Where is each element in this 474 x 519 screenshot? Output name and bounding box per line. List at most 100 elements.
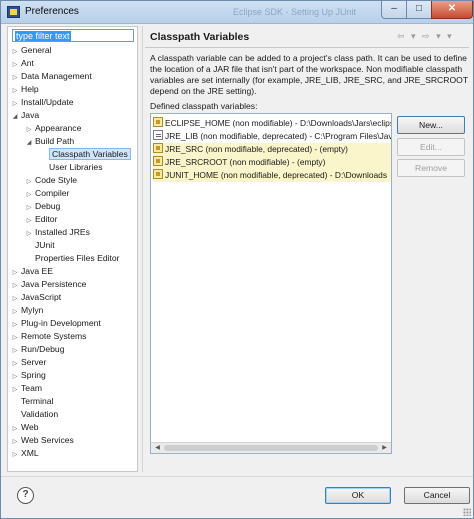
tree-item-label: Help <box>21 84 39 94</box>
tree-item[interactable]: ◢ Build Path <box>25 135 75 150</box>
tree-item-label: Ant <box>21 58 34 68</box>
variable-text: JRE_SRC (non modifiable, deprecated) - (… <box>165 144 348 154</box>
expand-toggle-icon[interactable]: ◢ <box>25 137 33 150</box>
tree-item-label: Properties Files Editor <box>35 253 120 263</box>
variable-text: JRE_LIB (non modifiable, deprecated) - C… <box>165 131 391 141</box>
tree-item[interactable]: ▷ Data Management <box>11 70 92 83</box>
tree-item-label: Run/Debug <box>21 344 65 354</box>
edit-button[interactable]: Edit... <box>397 138 465 156</box>
doc-icon <box>153 130 163 140</box>
expand-toggle-icon[interactable]: ▷ <box>11 449 19 462</box>
footer-divider <box>1 476 473 477</box>
tree-item[interactable]: User Libraries <box>39 161 103 174</box>
filter-input[interactable]: type filter text <box>12 29 134 42</box>
resize-grip[interactable] <box>463 508 471 516</box>
tree-item[interactable]: ▷ Remote Systems <box>11 330 87 343</box>
tree-item-label: Java <box>21 110 40 120</box>
tree-item[interactable]: ▷ Debug <box>25 200 61 213</box>
tree-item[interactable]: ▷ Run/Debug <box>11 343 65 356</box>
preference-navigation-panel: type filter text ▷ General ▷ Ant ▷ Data Manag… <box>7 26 138 472</box>
tree-item-label: Remote Systems <box>21 331 87 341</box>
tree-item-label: Data Management <box>21 71 92 81</box>
ok-button[interactable]: OK <box>325 487 391 504</box>
classpath-variables-list[interactable]: ◀ ▶ ECLIPSE_HOME (non modifiable) - D:\D… <box>150 113 392 454</box>
tree-item[interactable]: ▷ Java EE <box>11 265 53 278</box>
tree-item[interactable]: ▷ Plug-in Development <box>11 317 101 330</box>
tree-item[interactable]: ▷ Appearance <box>25 122 82 135</box>
tree-item[interactable]: ▷ Compiler <box>25 187 70 200</box>
tree-item-label: Classpath Variables <box>49 148 131 160</box>
maximize-button[interactable]: □ <box>406 1 432 19</box>
tree-item[interactable]: ▷ Spring <box>11 369 46 382</box>
scroll-right-icon[interactable]: ▶ <box>379 443 390 453</box>
help-icon[interactable]: ? <box>17 487 34 504</box>
tree-item[interactable]: ▷ Java Persistence <box>11 278 87 291</box>
tree-item[interactable]: ▷ JavaScript <box>11 291 61 304</box>
tree-item-label: Web <box>21 422 39 432</box>
tree-item[interactable]: ▷ Ant <box>11 57 34 70</box>
preferences-window: Preferences Eclipse SDK - Setting Up JUn… <box>0 0 474 519</box>
background-window-title: Eclipse SDK - Setting Up JUnit <box>233 7 357 17</box>
tree-item-label: Server <box>21 357 47 367</box>
tree-item[interactable]: ▷ Mylyn <box>11 304 44 317</box>
variable-text: ECLIPSE_HOME (non modifiable) - D:\Downl… <box>165 118 391 128</box>
minimize-button[interactable]: – <box>381 1 407 19</box>
variable-row[interactable]: JRE_SRCROOT (non modifiable) - (empty) <box>153 156 391 169</box>
tree-item-label: User Libraries <box>49 162 103 172</box>
tree-item[interactable]: ▷ Team <box>11 382 42 395</box>
tree-item-label: Code Style <box>35 175 78 185</box>
tree-item[interactable]: ▷ Editor <box>25 213 58 226</box>
variable-row[interactable]: ECLIPSE_HOME (non modifiable) - D:\Downl… <box>153 117 391 130</box>
variable-row[interactable]: JRE_LIB (non modifiable, deprecated) - C… <box>153 130 391 143</box>
tree-item[interactable]: Properties Files Editor <box>25 252 120 265</box>
tree-item[interactable]: JUnit <box>25 239 55 252</box>
variable-row[interactable]: JRE_SRC (non modifiable, deprecated) - (… <box>153 143 391 156</box>
close-button[interactable]: ✕ <box>431 1 473 19</box>
tree-item[interactable]: ▷ Web Services <box>11 434 74 447</box>
variable-text: JUNIT_HOME (non modifiable, deprecated) … <box>165 170 388 180</box>
scroll-left-icon[interactable]: ◀ <box>152 443 163 453</box>
tree-item[interactable]: ▷ Web <box>11 421 39 434</box>
variable-text: JRE_SRCROOT (non modifiable) - (empty) <box>165 157 326 167</box>
window-title: Preferences <box>25 6 79 17</box>
title-divider <box>145 47 469 48</box>
panel-sash[interactable] <box>142 26 144 472</box>
cancel-button[interactable]: Cancel <box>404 487 470 504</box>
horizontal-scrollbar[interactable]: ◀ ▶ <box>151 442 391 453</box>
scroll-thumb[interactable] <box>164 445 378 451</box>
tree-item[interactable]: ▷ Install/Update <box>11 96 74 109</box>
page-description: A classpath variable can be added to a p… <box>150 53 468 96</box>
tree-item-label: Appearance <box>35 123 82 133</box>
tree-item-label: Spring <box>21 370 46 380</box>
tree-item-label: Validation <box>21 409 59 419</box>
tree-item-label: Debug <box>35 201 61 211</box>
tree-item[interactable]: ▷ Code Style <box>25 174 77 187</box>
title-bar[interactable]: Preferences Eclipse SDK - Setting Up JUn… <box>1 1 473 24</box>
tree-item[interactable]: Classpath Variables <box>39 148 131 161</box>
jar-icon <box>153 143 163 153</box>
tree-item[interactable]: Validation <box>11 408 58 421</box>
tree-item-label: Mylyn <box>21 305 44 315</box>
tree-item[interactable]: ▷ XML <box>11 447 39 460</box>
tree-item[interactable]: ▷ Help <box>11 83 39 96</box>
tree-item-label: Web Services <box>21 435 74 445</box>
jar-icon <box>153 169 163 179</box>
tree-item-label: Editor <box>35 214 58 224</box>
eclipse-app-icon <box>7 6 20 18</box>
tree-item[interactable]: Terminal <box>11 395 53 408</box>
tree-item-label: Java EE <box>21 266 54 276</box>
variable-row[interactable]: JUNIT_HOME (non modifiable, deprecated) … <box>153 169 391 182</box>
history-nav-arrows[interactable]: ⇦ ▾ ⇨ ▾ ▾ <box>397 31 454 42</box>
tree-item[interactable]: ▷ Installed JREs <box>25 226 90 239</box>
list-label: Defined classpath variables: <box>150 101 258 111</box>
expand-toggle-icon[interactable]: ◢ <box>11 111 19 124</box>
page-title: Classpath Variables <box>150 31 250 43</box>
new-button[interactable]: New... <box>397 116 465 134</box>
filter-placeholder: type filter text <box>15 31 71 41</box>
tree-item-label: JavaScript <box>21 292 62 302</box>
tree-item[interactable]: ▷ General <box>11 44 52 57</box>
tree-item-label: Installed JREs <box>35 227 90 237</box>
tree-item[interactable]: ◢ Java <box>11 109 39 122</box>
remove-button[interactable]: Remove <box>397 159 465 177</box>
tree-item[interactable]: ▷ Server <box>11 356 47 369</box>
